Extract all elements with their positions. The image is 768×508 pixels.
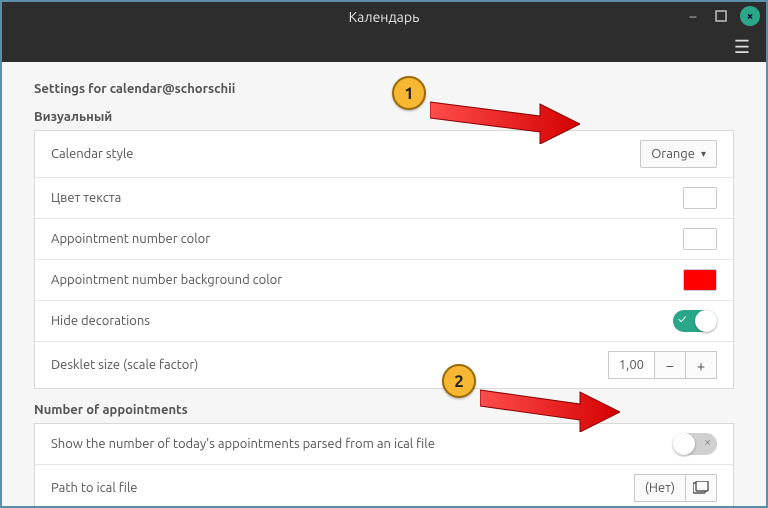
row-show-appt-count: Show the number of today's appointments … — [35, 424, 733, 465]
row-text-color: Цвет текста — [35, 178, 733, 219]
scale-decrease-button[interactable]: − — [654, 351, 686, 379]
check-icon: ✓ — [678, 313, 686, 326]
row-calendar-style: Calendar style Orange ▾ — [35, 131, 733, 178]
callout-badge-2: 2 — [442, 364, 476, 398]
scale-increase-button[interactable]: + — [685, 351, 717, 379]
window-controls: – × — [684, 6, 760, 26]
row-ical-path: Path to ical file (Нет) — [35, 465, 733, 506]
folder-icon — [693, 481, 709, 495]
scale-stepper: 1,00 − + — [608, 351, 717, 379]
callout-arrow-1 — [430, 88, 580, 144]
titlebar: Календарь – × — [2, 2, 766, 32]
show-appt-count-toggle[interactable]: × — [673, 433, 717, 455]
visual-panel: Calendar style Orange ▾ Цвет текста Appo… — [34, 130, 734, 389]
chevron-down-icon: ▾ — [701, 148, 706, 160]
ical-browse-button[interactable] — [685, 474, 717, 502]
toggle-knob — [695, 310, 717, 332]
calendar-style-dropdown[interactable]: Orange ▾ — [640, 140, 717, 168]
section-visual-title: Визуальный — [34, 110, 734, 124]
calendar-style-value: Orange — [651, 147, 695, 161]
toggle-knob — [673, 433, 695, 455]
appt-num-color-label: Appointment number color — [51, 232, 683, 246]
hamburger-menu-icon[interactable]: ☰ — [734, 37, 750, 58]
row-hide-decorations: Hide decorations ✓ — [35, 301, 733, 342]
appointments-panel: Show the number of today's appointments … — [34, 423, 734, 506]
callout-badge-1: 1 — [392, 76, 426, 110]
ical-path-value[interactable]: (Нет) — [634, 474, 686, 502]
text-color-swatch[interactable] — [683, 187, 717, 209]
show-appt-count-label: Show the number of today's appointments … — [51, 437, 673, 451]
row-scale-factor: Desklet size (scale factor) 1,00 − + — [35, 342, 733, 388]
appt-num-bg-swatch[interactable] — [683, 269, 717, 291]
settings-for-label: Settings for calendar@schorschii — [34, 82, 734, 96]
callout-arrow-2 — [480, 376, 620, 432]
row-appt-num-bg: Appointment number background color — [35, 260, 733, 301]
hide-decorations-label: Hide decorations — [51, 314, 673, 328]
maximize-button[interactable] — [712, 7, 730, 25]
x-icon: × — [704, 436, 711, 449]
close-button[interactable]: × — [740, 6, 760, 26]
content-area: Settings for calendar@schorschii Визуаль… — [2, 62, 766, 506]
hide-decorations-toggle[interactable]: ✓ — [673, 310, 717, 332]
window-title: Календарь — [2, 9, 766, 25]
ical-path-label: Path to ical file — [51, 481, 634, 495]
appt-num-bg-label: Appointment number background color — [51, 273, 683, 287]
menubar: ☰ — [2, 32, 766, 62]
scale-factor-label: Desklet size (scale factor) — [51, 358, 608, 372]
calendar-style-label: Calendar style — [51, 147, 640, 161]
text-color-label: Цвет текста — [51, 191, 683, 205]
row-appt-num-color: Appointment number color — [35, 219, 733, 260]
minimize-button[interactable]: – — [684, 7, 702, 25]
ical-file-chooser: (Нет) — [634, 474, 717, 502]
scale-value[interactable]: 1,00 — [608, 351, 655, 379]
appt-num-color-swatch[interactable] — [683, 228, 717, 250]
section-appointments-title: Number of appointments — [34, 403, 734, 417]
